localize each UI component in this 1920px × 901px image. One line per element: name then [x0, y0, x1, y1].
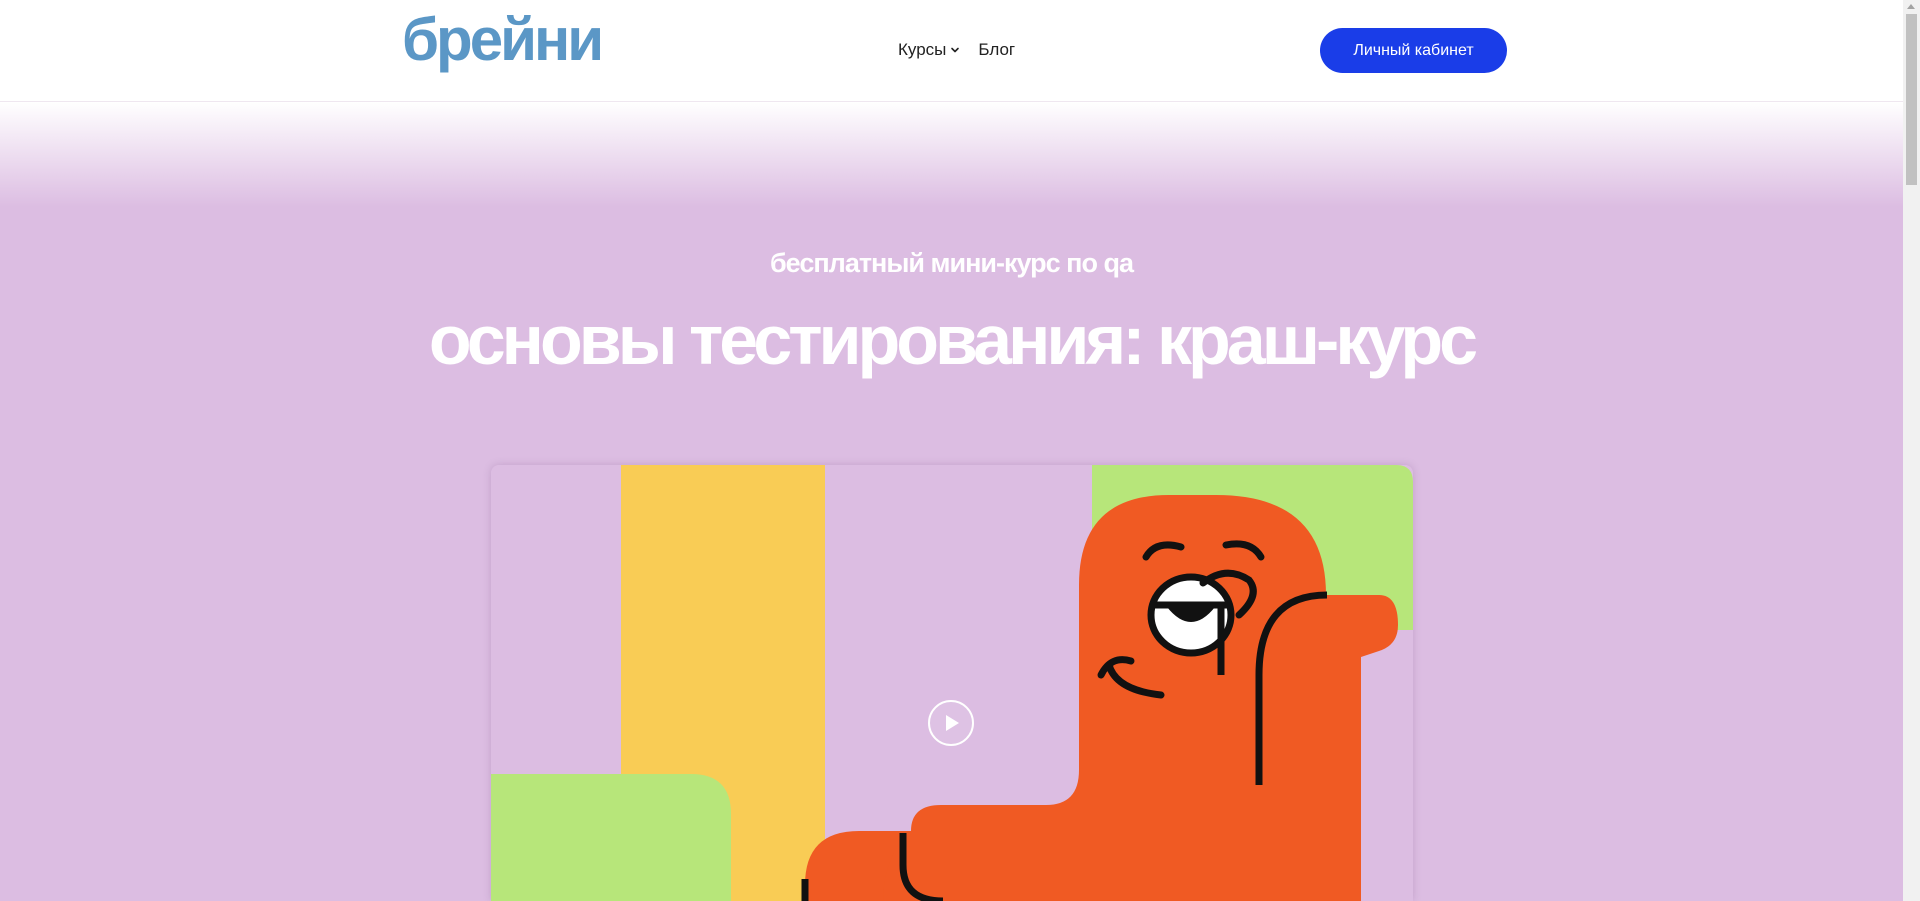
personal-account-button[interactable]: Личный кабинет [1320, 28, 1507, 73]
chevron-down-icon [951, 47, 960, 53]
hero-gradient [0, 102, 1903, 207]
nav-item-blog[interactable]: Блог [978, 40, 1015, 60]
page: брейни Курсы Блог Личный кабинет бесплат… [0, 0, 1920, 901]
scrollbar[interactable] [1903, 0, 1920, 901]
video-player[interactable] [491, 465, 1413, 901]
scroll-up-arrow-icon[interactable] [1907, 4, 1915, 9]
play-icon[interactable] [928, 700, 974, 746]
video-illustration [491, 465, 1413, 901]
hero-title: основы тестирования: краш-курс [428, 301, 1478, 379]
nav-item-courses[interactable]: Курсы [898, 40, 960, 60]
nav-item-courses-label: Курсы [898, 40, 947, 59]
hero-subtitle: бесплатный мини-курс по qa [770, 248, 1134, 278]
nav-item-blog-label: Блог [978, 40, 1016, 59]
main-nav: Курсы Блог [898, 40, 1015, 60]
site-header: брейни Курсы Блог Личный кабинет [0, 0, 1903, 102]
logo[interactable]: брейни [402, 10, 604, 70]
scrollbar-thumb[interactable] [1906, 14, 1917, 185]
green-shape-left [491, 774, 731, 901]
